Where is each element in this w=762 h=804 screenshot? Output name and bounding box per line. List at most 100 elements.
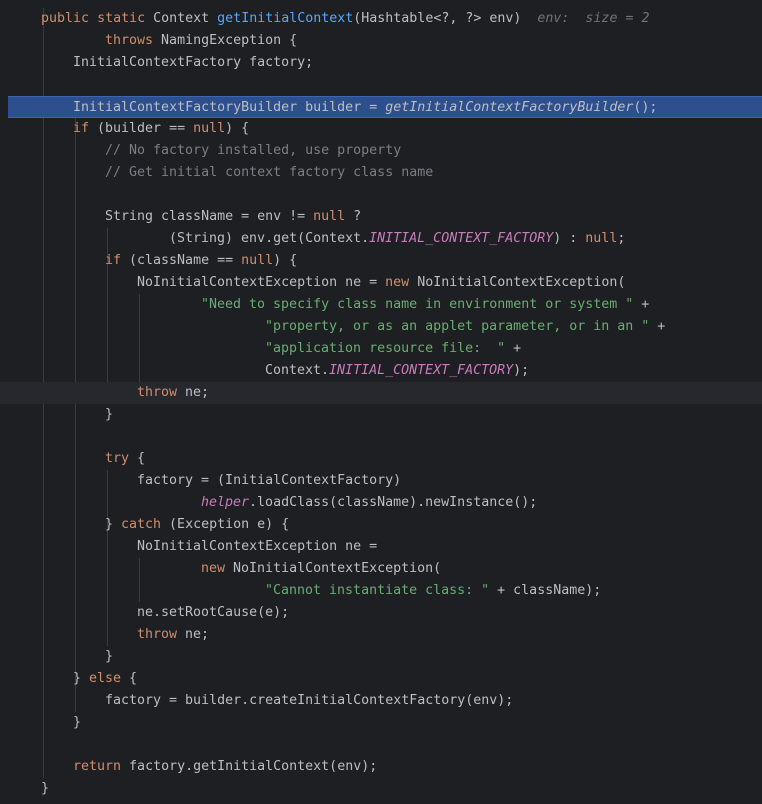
- code-line[interactable]: "Cannot instantiate class: " + className…: [0, 580, 762, 602]
- keyword: throws: [105, 33, 154, 48]
- code-line[interactable]: try {: [0, 448, 762, 470]
- code-line-text: NoInitialContextException ne = new NoIni…: [137, 272, 625, 294]
- code-token: +: [649, 319, 666, 334]
- code-line-text: throw ne;: [137, 382, 209, 404]
- code-token: NoInitialContextException ne =: [137, 275, 386, 290]
- code-line[interactable]: // Get initial context factory class nam…: [0, 162, 762, 184]
- code-token: (Exception e) {: [161, 517, 290, 532]
- code-line[interactable]: throw ne;: [0, 624, 762, 646]
- code-line[interactable]: NoInitialContextException ne =: [0, 536, 762, 558]
- code-token: Context.: [265, 363, 330, 378]
- code-line-text: throws NamingException {: [105, 30, 297, 52]
- code-token: {: [129, 451, 146, 466]
- code-line-text: ne.setRootCause(e);: [137, 602, 289, 624]
- code-line-text: throw ne;: [137, 624, 209, 646]
- string-literal: "Cannot instantiate class: ": [265, 583, 490, 598]
- code-line[interactable]: public static Context getInitialContext(…: [0, 8, 762, 30]
- code-line[interactable]: factory = (InitialContextFactory): [0, 470, 762, 492]
- code-token: ();: [633, 100, 658, 115]
- keyword: null: [241, 253, 274, 268]
- code-token: NoInitialContextException(: [409, 275, 626, 290]
- code-line[interactable]: [0, 74, 762, 96]
- code-line-text: "property, or as an applet parameter, or…: [265, 316, 665, 338]
- code-line-text: "Need to specify class name in environme…: [201, 294, 649, 316]
- code-line[interactable]: throw ne;: [0, 382, 762, 404]
- code-line[interactable]: new NoInitialContextException(: [0, 558, 762, 580]
- code-line[interactable]: return factory.getInitialContext(env);: [0, 756, 762, 778]
- comment: // No factory installed, use property: [105, 143, 402, 158]
- keyword: new: [385, 275, 410, 290]
- code-line-text: factory = (InitialContextFactory): [137, 470, 401, 492]
- code-line[interactable]: }: [0, 404, 762, 426]
- code-line[interactable]: if (className == null) {: [0, 250, 762, 272]
- code-line-text: "Cannot instantiate class: " + className…: [265, 580, 601, 602]
- code-line-text: Context.INITIAL_CONTEXT_FACTORY);: [265, 360, 529, 382]
- code-token: InitialContextFactory factory;: [73, 55, 314, 70]
- code-line[interactable]: }: [0, 712, 762, 734]
- code-line[interactable]: "application resource file: " +: [0, 338, 762, 360]
- code-line[interactable]: NoInitialContextException ne = new NoIni…: [0, 272, 762, 294]
- keyword: throw: [137, 627, 178, 642]
- code-token: ;: [617, 231, 626, 246]
- code-line[interactable]: }: [0, 646, 762, 668]
- code-token: }: [105, 649, 114, 664]
- execution-point-line[interactable]: InitialContextFactoryBuilder builder = g…: [8, 96, 762, 118]
- code-token: + className);: [489, 583, 602, 598]
- code-line-text: factory = builder.createInitialContextFa…: [105, 690, 513, 712]
- code-token: factory.getInitialContext(env);: [121, 759, 378, 774]
- code-line[interactable]: throws NamingException {: [0, 30, 762, 52]
- code-line-text: (String) env.get(Context.INITIAL_CONTEXT…: [169, 228, 625, 250]
- method-name: getInitialContext: [217, 11, 354, 26]
- code-line[interactable]: factory = builder.createInitialContextFa…: [0, 690, 762, 712]
- code-token: (String) env.get(Context.: [169, 231, 370, 246]
- code-token: .loadClass(className).newInstance();: [249, 495, 538, 510]
- keyword: catch: [121, 517, 162, 532]
- code-line[interactable]: Context.INITIAL_CONTEXT_FACTORY);: [0, 360, 762, 382]
- code-line[interactable]: [0, 426, 762, 448]
- code-line[interactable]: [0, 734, 762, 756]
- code-token: }: [73, 671, 90, 686]
- code-line[interactable]: } catch (Exception e) {: [0, 514, 762, 536]
- code-token: ) {: [273, 253, 298, 268]
- code-token: +: [633, 297, 650, 312]
- keyword: null: [313, 209, 346, 224]
- code-line[interactable]: helper.loadClass(className).newInstance(…: [0, 492, 762, 514]
- code-token: (Hashtable<?, ?> env): [353, 11, 538, 26]
- code-token: ne.setRootCause(e);: [137, 605, 290, 620]
- code-token: ne;: [177, 627, 210, 642]
- code-line[interactable]: String className = env != null ?: [0, 206, 762, 228]
- code-line[interactable]: InitialContextFactory factory;: [0, 52, 762, 74]
- code-token: Context: [145, 11, 218, 26]
- code-line[interactable]: if (builder == null) {: [0, 118, 762, 140]
- inline-debug-hint: env: size = 2: [537, 11, 650, 26]
- keyword: null: [585, 231, 618, 246]
- code-line-text: }: [73, 712, 81, 734]
- keyword: null: [193, 121, 226, 136]
- code-line[interactable]: } else {: [0, 668, 762, 690]
- code-line[interactable]: // No factory installed, use property: [0, 140, 762, 162]
- keyword: else: [89, 671, 122, 686]
- code-token: }: [41, 781, 50, 796]
- keyword: try: [105, 451, 130, 466]
- code-token: NamingException {: [153, 33, 298, 48]
- static-field: helper: [201, 495, 250, 510]
- code-line-text: // No factory installed, use property: [105, 140, 401, 162]
- code-line[interactable]: [0, 184, 762, 206]
- code-line[interactable]: "Need to specify class name in environme…: [0, 294, 762, 316]
- code-editor[interactable]: public static Context getInitialContext(…: [0, 0, 762, 804]
- code-token: );: [513, 363, 530, 378]
- keyword: return: [73, 759, 122, 774]
- code-token: InitialContextFactoryBuilder builder =: [73, 100, 386, 115]
- static-field: INITIAL_CONTEXT_FACTORY: [329, 363, 514, 378]
- code-line[interactable]: }: [0, 778, 762, 800]
- code-line-text: return factory.getInitialContext(env);: [73, 756, 377, 778]
- code-token: factory = (InitialContextFactory): [137, 473, 402, 488]
- code-line[interactable]: "property, or as an applet parameter, or…: [0, 316, 762, 338]
- code-token: +: [505, 341, 522, 356]
- string-literal: "Need to specify class name in environme…: [201, 297, 634, 312]
- code-token: ne;: [177, 385, 210, 400]
- code-line-text: String className = env != null ?: [105, 206, 361, 228]
- code-line[interactable]: ne.setRootCause(e);: [0, 602, 762, 624]
- code-line[interactable]: (String) env.get(Context.INITIAL_CONTEXT…: [0, 228, 762, 250]
